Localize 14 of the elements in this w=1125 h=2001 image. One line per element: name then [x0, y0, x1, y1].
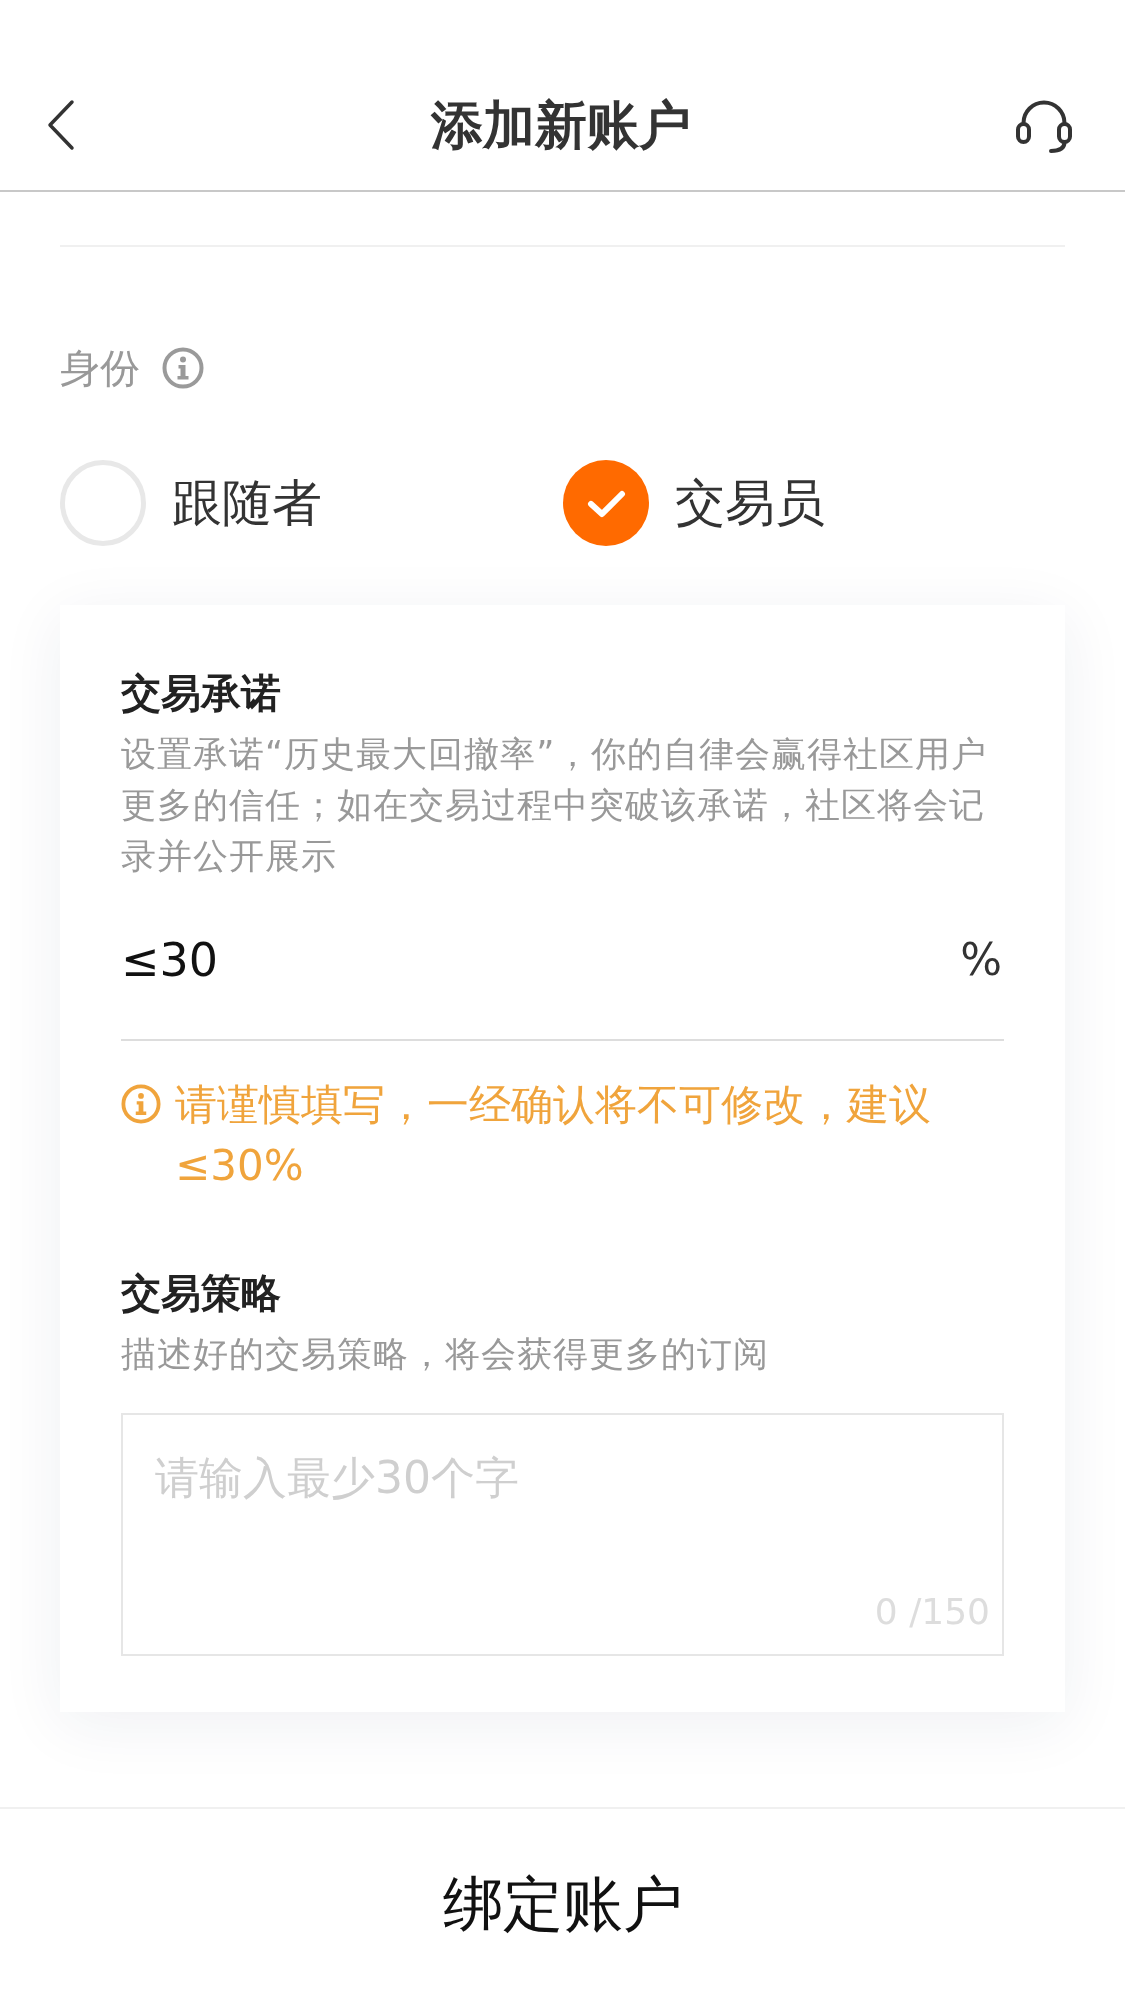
- page-title: 添加新账户: [430, 93, 691, 157]
- back-icon[interactable]: [47, 99, 75, 151]
- section-title: 交易策略: [121, 1269, 282, 1318]
- identity-option[interactable]: 跟随者: [60, 458, 322, 548]
- identity-option[interactable]: 交易员: [562, 458, 825, 548]
- percent-unit-label: %: [960, 933, 1002, 987]
- section-title: 交易承诺: [121, 669, 282, 718]
- warning-info-icon: [121, 1084, 161, 1124]
- identity-label: 身份: [60, 344, 140, 393]
- section-description: 设置承诺“历史最大回撤率”，你的自律会赢得社区用户更多的信任；如在交易过程中突破该承诺，社区将会记录并公开展示: [121, 733, 989, 878]
- drawdown-input[interactable]: ≤30: [121, 920, 961, 1039]
- section-description: 描述好的交易策略，将会获得更多的订阅: [121, 1333, 770, 1376]
- info-icon[interactable]: [162, 347, 204, 389]
- warning-text: 请谨慎填写，一经确认将不可修改，建议≤30%: [175, 1079, 932, 1192]
